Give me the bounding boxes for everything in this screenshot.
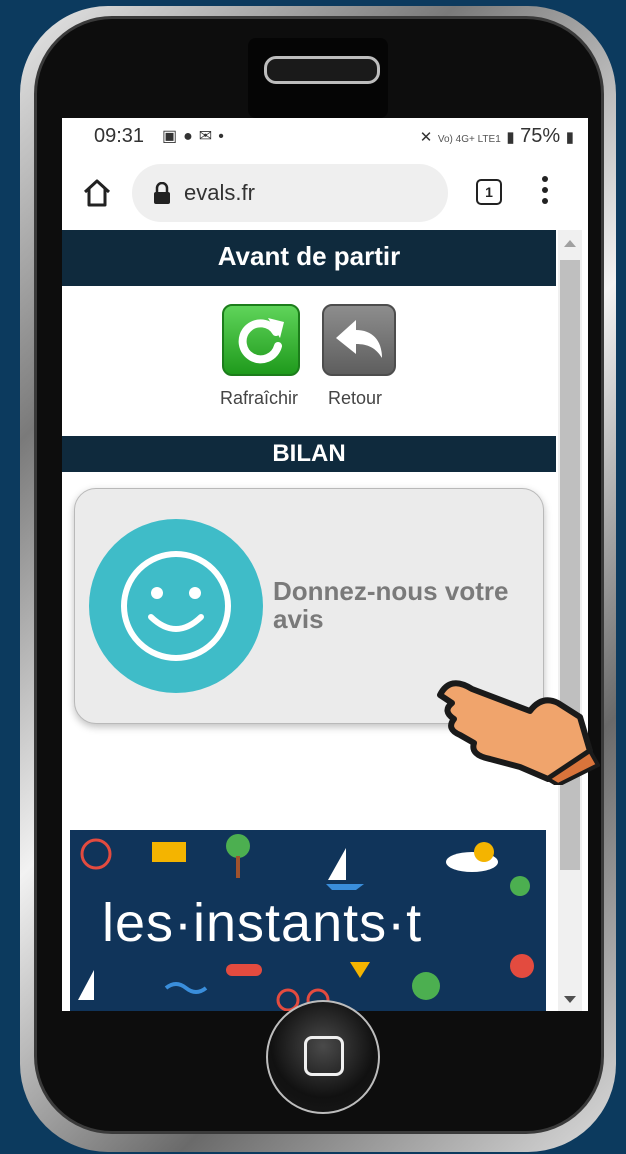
- refresh-icon: [238, 318, 284, 364]
- address-bar[interactable]: evals.fr: [132, 164, 448, 222]
- refresh-label: Rafraîchir: [220, 388, 299, 408]
- phone-screen: 09:31 ▣●✉• ✕ Vo) 4G+ LTE1 ▮ 75% ▮ evals.…: [62, 118, 588, 1011]
- signal-text: Vo) 4G+ LTE1: [437, 134, 501, 145]
- section-title: BILAN: [62, 436, 556, 472]
- scroll-up-arrow-icon[interactable]: [564, 240, 576, 247]
- smiley-face-icon: [121, 551, 231, 661]
- feedback-text: Donnez-nous votre avis: [273, 576, 509, 634]
- status-bar: 09:31 ▣●✉• ✕ Vo) 4G+ LTE1 ▮ 75% ▮: [62, 118, 588, 156]
- back-button[interactable]: [322, 304, 396, 376]
- scroll-down-arrow-icon[interactable]: [564, 996, 576, 1003]
- circle-face-icon: ●: [183, 128, 199, 145]
- mail-icon: ✉: [198, 128, 219, 145]
- mute-icon: ✕: [419, 129, 433, 146]
- home-icon[interactable]: [82, 178, 112, 208]
- smiley-icon: [89, 519, 263, 693]
- url-text: evals.fr: [184, 180, 255, 205]
- battery-percent: 75%: [520, 125, 561, 147]
- phone-home-button[interactable]: [266, 1000, 380, 1114]
- refresh-button[interactable]: [222, 304, 300, 376]
- web-page: Avant de partir Rafraîchir Retour BILAN: [62, 230, 558, 1011]
- battery-icon: ▮: [565, 129, 574, 146]
- back-arrow-icon: [336, 320, 382, 358]
- dot-icon: •: [218, 128, 230, 145]
- status-time: 09:31: [94, 125, 145, 147]
- banner-image: les·instants·t: [70, 830, 546, 1011]
- pointing-hand-icon: [437, 680, 600, 785]
- tabs-count-button[interactable]: 1: [476, 179, 502, 205]
- image-icon: ▣: [162, 128, 184, 145]
- scrollbar[interactable]: [558, 230, 582, 1011]
- notification-icons: ▣●✉•: [162, 126, 230, 146]
- back-label: Retour: [328, 388, 383, 408]
- browser-toolbar: evals.fr 1: [62, 158, 588, 230]
- lock-icon: [154, 182, 170, 204]
- signal-bars-icon: ▮: [506, 129, 515, 146]
- page-title: Avant de partir: [62, 230, 556, 286]
- overflow-menu-icon[interactable]: [542, 176, 550, 212]
- speaker-grille: [264, 56, 380, 84]
- banner-title: les·instants·t: [102, 893, 423, 953]
- status-right: ✕ Vo) 4G+ LTE1 ▮ 75% ▮: [420, 125, 574, 148]
- home-square-icon: [304, 1036, 344, 1076]
